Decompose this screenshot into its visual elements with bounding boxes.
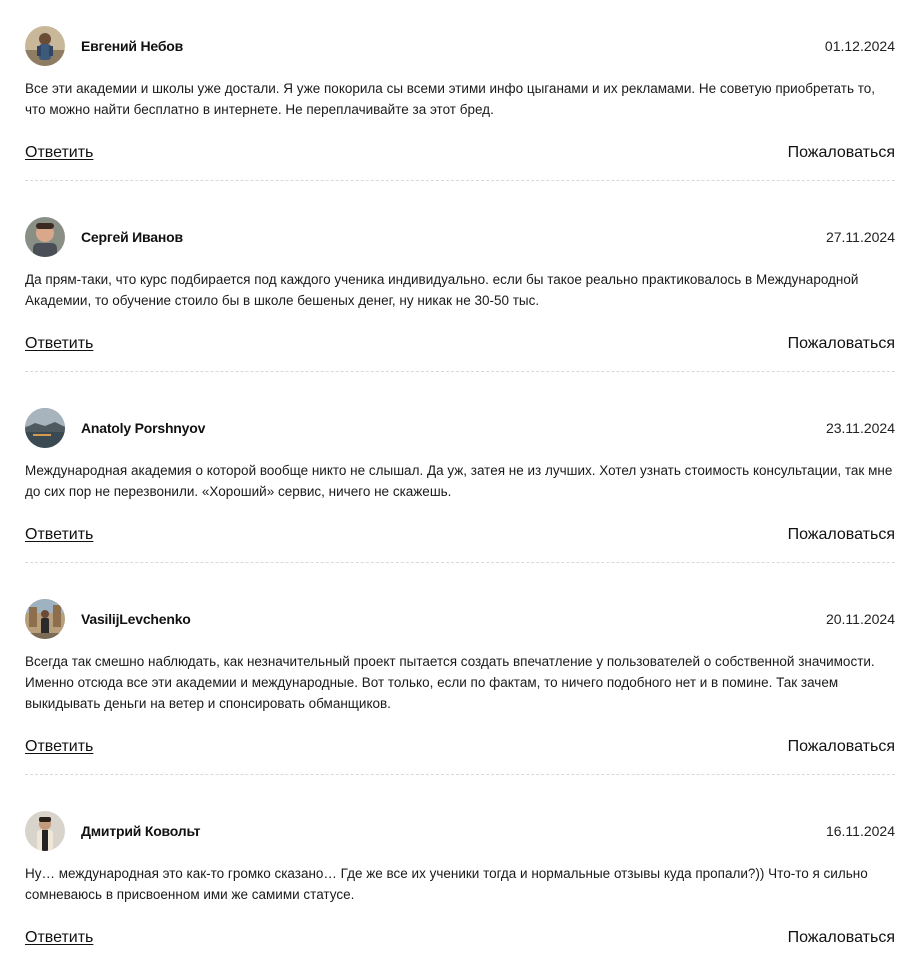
review-date: 23.11.2024 <box>825 420 895 436</box>
review-actions: Ответить Пожаловаться <box>25 929 895 949</box>
review-text: Международная академия о которой вообще … <box>25 463 893 499</box>
avatar[interactable] <box>25 408 65 448</box>
landscape-photo-avatar-icon <box>25 408 65 448</box>
reviews-list: Евгений Небов 01.12.2024 Все эти академи… <box>25 0 895 965</box>
reply-link[interactable]: Ответить <box>25 738 93 756</box>
review-text: Да прям-таки, что курс подбирается под к… <box>25 272 859 308</box>
review-date: 01.12.2024 <box>824 38 895 54</box>
review-item: VasilijLevchenko 20.11.2024 Всегда так с… <box>25 599 895 775</box>
review-text: Ну… международная это как-то громко сказ… <box>25 866 868 902</box>
review-header: Anatoly Porshnyov 23.11.2024 <box>25 408 895 448</box>
author-name: Евгений Небов <box>81 38 184 54</box>
user-photo-avatar-icon <box>25 811 65 851</box>
review-header: Дмитрий Ковольт 16.11.2024 <box>25 811 895 851</box>
reply-link[interactable]: Ответить <box>25 929 93 947</box>
complain-link[interactable]: Пожаловаться <box>788 526 895 544</box>
review-actions: Ответить Пожаловаться <box>25 738 895 758</box>
review-actions: Ответить Пожаловаться <box>25 526 895 546</box>
complain-link[interactable]: Пожаловаться <box>788 144 895 162</box>
author-name: VasilijLevchenko <box>81 611 191 627</box>
reply-link[interactable]: Ответить <box>25 526 93 544</box>
review-header: Сергей Иванов 27.11.2024 <box>25 217 895 257</box>
user-photo-avatar-icon <box>25 26 65 66</box>
avatar[interactable] <box>25 217 65 257</box>
review-item: Anatoly Porshnyov 23.11.2024 Международн… <box>25 408 895 563</box>
user-photo-avatar-icon <box>25 217 65 257</box>
reply-link[interactable]: Ответить <box>25 144 93 162</box>
review-item: Евгений Небов 01.12.2024 Все эти академи… <box>25 26 895 181</box>
review-text: Всегда так смешно наблюдать, как незначи… <box>25 654 875 711</box>
avatar[interactable] <box>25 26 65 66</box>
user-photo-avatar-icon <box>25 599 65 639</box>
complain-link[interactable]: Пожаловаться <box>788 929 895 947</box>
review-actions: Ответить Пожаловаться <box>25 335 895 355</box>
author-name: Дмитрий Ковольт <box>81 823 201 839</box>
avatar[interactable] <box>25 811 65 851</box>
complain-link[interactable]: Пожаловаться <box>788 738 895 756</box>
review-date: 16.11.2024 <box>825 823 895 839</box>
author-name: Сергей Иванов <box>81 229 183 245</box>
review-date: 20.11.2024 <box>825 611 895 627</box>
review-date: 27.11.2024 <box>825 229 895 245</box>
review-actions: Ответить Пожаловаться <box>25 144 895 164</box>
review-text: Все эти академии и школы уже достали. Я … <box>25 81 876 117</box>
review-header: VasilijLevchenko 20.11.2024 <box>25 599 895 639</box>
review-header: Евгений Небов 01.12.2024 <box>25 26 895 66</box>
author-name: Anatoly Porshnyov <box>81 420 206 436</box>
avatar[interactable] <box>25 599 65 639</box>
reply-link[interactable]: Ответить <box>25 335 93 353</box>
review-item: Сергей Иванов 27.11.2024 Да прям-таки, ч… <box>25 217 895 372</box>
review-item: Дмитрий Ковольт 16.11.2024 Ну… междунаро… <box>25 811 895 965</box>
complain-link[interactable]: Пожаловаться <box>788 335 895 353</box>
